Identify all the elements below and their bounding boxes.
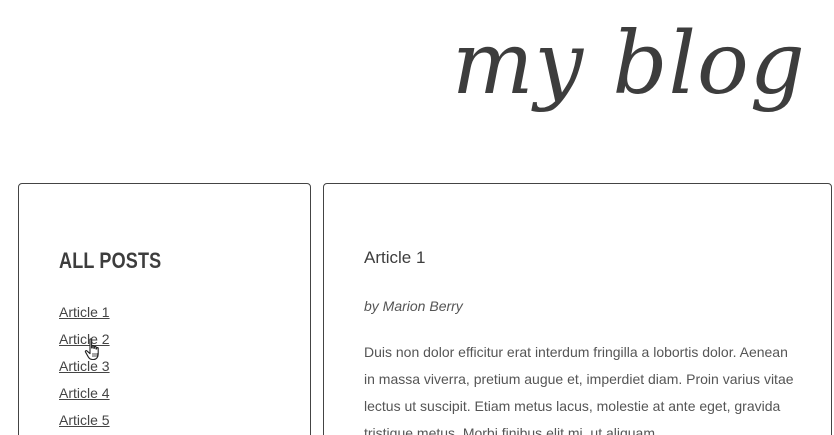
post-link-article-5[interactable]: Article 5 — [59, 412, 110, 428]
list-item: Article 5 — [59, 409, 110, 435]
article-body: Duis non dolor efficitur erat interdum f… — [364, 344, 794, 435]
article-title: Article 1 — [364, 248, 426, 267]
post-link-article-1[interactable]: Article 1 — [59, 304, 110, 320]
sidebar-heading: ALL POSTS — [59, 248, 162, 273]
sidebar-all-posts: ALL POSTS Article 1 Article 2 Article 3 … — [18, 183, 311, 435]
article-panel: Article 1 by Marion Berry Duis non dolor… — [323, 183, 832, 435]
site-logo[interactable]: my blog — [452, 4, 805, 144]
list-item: Article 4 — [59, 382, 110, 409]
post-link-article-4[interactable]: Article 4 — [59, 385, 110, 401]
post-list: Article 1 Article 2 Article 3 Article 4 … — [59, 301, 110, 435]
list-item: Article 1 — [59, 301, 110, 328]
hand-pointer-icon — [84, 338, 99, 361]
article-byline: by Marion Berry — [364, 298, 463, 314]
page: my blog ALL POSTS Article 1 Article 2 Ar… — [0, 0, 834, 435]
